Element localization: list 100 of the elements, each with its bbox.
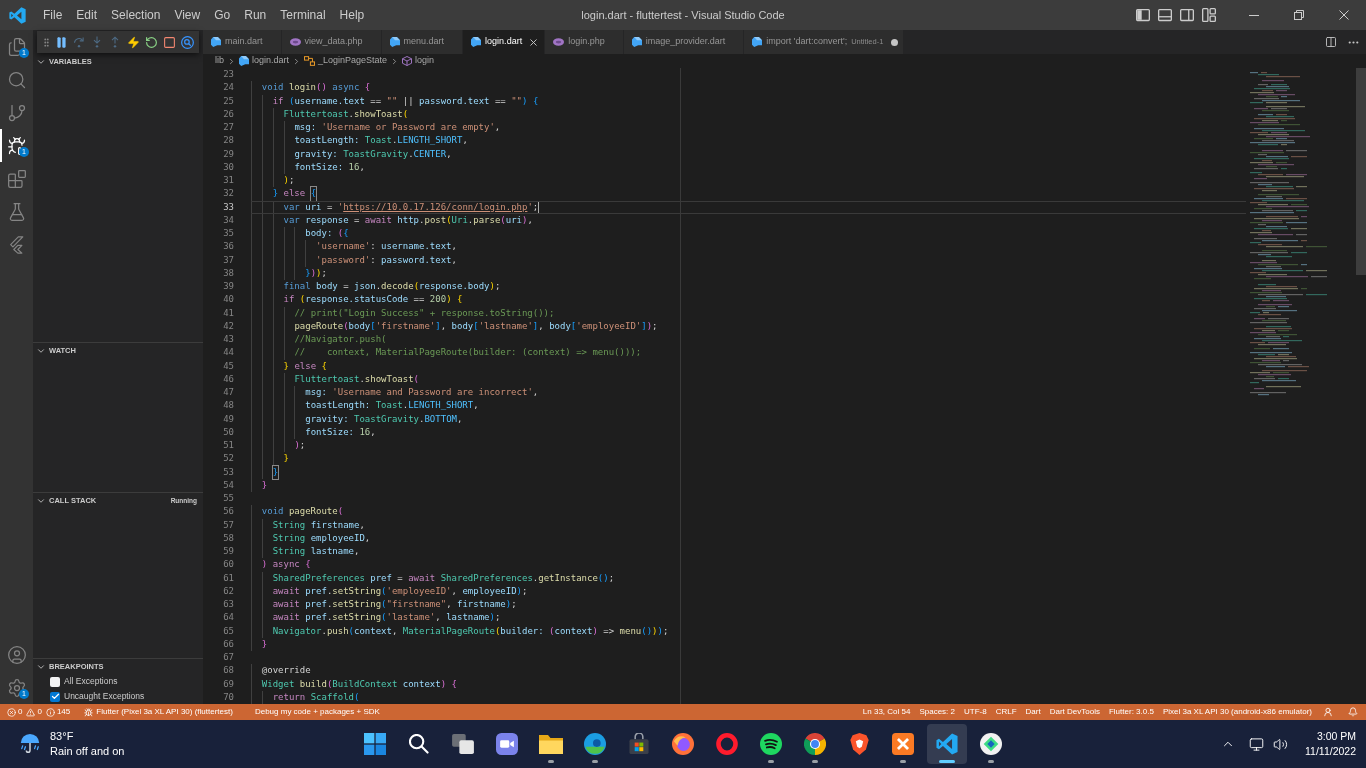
file-icon[interactable] bbox=[752, 37, 763, 47]
breadcrumb-item[interactable]: _LoginPageState bbox=[304, 54, 388, 68]
monitor-icon[interactable] bbox=[1248, 736, 1264, 752]
line-number: 46 bbox=[223, 372, 234, 386]
line-number: 59 bbox=[223, 545, 234, 558]
close-icon[interactable] bbox=[1338, 10, 1349, 20]
status-bar-item[interactable]: Ln 33, Col 54 bbox=[862, 704, 911, 720]
checkbox[interactable] bbox=[50, 691, 60, 702]
menu-item[interactable]: File bbox=[36, 4, 70, 26]
editor-tab[interactable]: login.php bbox=[545, 30, 624, 54]
ribbon-logo-icon[interactable] bbox=[936, 733, 958, 755]
breakpoint-item[interactable]: All Exceptions bbox=[33, 674, 203, 689]
line-number: 27 bbox=[223, 121, 234, 134]
line-number: 44 bbox=[223, 346, 234, 360]
segmented-circle-icon[interactable] bbox=[804, 733, 826, 755]
code-line: ); bbox=[294, 439, 306, 452]
shield-logo-icon[interactable] bbox=[849, 733, 869, 755]
breadcrumb-item[interactable]: login bbox=[402, 54, 435, 68]
breadcrumb-item[interactable]: lib bbox=[215, 54, 224, 68]
status-bar-item[interactable]: Pixel 3a XL API 30 (android-x86 emulator) bbox=[1162, 704, 1312, 720]
warning-count[interactable]: 0 bbox=[26, 704, 42, 720]
close-icon[interactable] bbox=[528, 36, 540, 48]
files-icon[interactable] bbox=[6, 36, 27, 57]
blocks-icon[interactable] bbox=[6, 168, 27, 189]
status-bar-item[interactable]: Debug my code + packages + SDK bbox=[254, 704, 380, 720]
editor-tab[interactable]: view_data.php bbox=[281, 30, 382, 54]
circle-logo-icon[interactable] bbox=[584, 733, 606, 755]
line-number: 29 bbox=[223, 147, 234, 161]
error-icon[interactable] bbox=[7, 707, 16, 717]
class-icon[interactable] bbox=[304, 56, 316, 66]
breakpoint-item[interactable]: Uncaught Exceptions bbox=[33, 689, 203, 704]
code-line: gravity: ToastGravity.BOTTOM, bbox=[305, 412, 463, 426]
editor-tab[interactable]: main.dart bbox=[203, 30, 282, 54]
file-icon[interactable] bbox=[631, 37, 642, 47]
status-bar-item[interactable]: Dart DevTools bbox=[1049, 704, 1100, 720]
editor-tab[interactable]: login.dart bbox=[463, 30, 546, 54]
menu-item[interactable]: Go bbox=[207, 4, 238, 26]
status-bar-item[interactable]: Flutter: 3.0.5 bbox=[1108, 704, 1154, 720]
shopping-bag-icon[interactable] bbox=[628, 733, 650, 755]
overlapping-squares-icon[interactable] bbox=[452, 734, 474, 754]
status-bar-item[interactable]: Dart bbox=[1025, 704, 1041, 720]
flame-circle-icon[interactable] bbox=[672, 733, 694, 755]
checkbox[interactable] bbox=[50, 676, 60, 687]
editor-tab[interactable]: menu.dart bbox=[381, 30, 464, 54]
person-circle-icon[interactable] bbox=[6, 644, 27, 665]
file-icon[interactable] bbox=[389, 37, 400, 47]
settings-icon[interactable] bbox=[6, 677, 27, 698]
waves-circle-icon[interactable] bbox=[760, 733, 782, 755]
video-camera-tile-icon[interactable] bbox=[496, 733, 518, 755]
line-number: 69 bbox=[223, 677, 234, 691]
line-number: 53 bbox=[223, 465, 234, 479]
diamond-circle-icon[interactable] bbox=[980, 733, 1002, 755]
folder-icon[interactable] bbox=[539, 734, 563, 754]
chevron-right-icon bbox=[227, 56, 236, 66]
menu-item[interactable]: View bbox=[167, 4, 208, 26]
debug-session-item[interactable]: Flutter (Pixel 3a XL API 30) (fluttertest) bbox=[84, 704, 233, 720]
line-number: 31 bbox=[223, 174, 234, 187]
menu-item[interactable]: Run bbox=[237, 4, 274, 26]
line-number: 68 bbox=[223, 664, 234, 678]
error-count[interactable]: 0 bbox=[7, 704, 23, 720]
umbrella-rain-icon[interactable] bbox=[19, 733, 41, 755]
info-count[interactable]: 145 bbox=[45, 704, 71, 720]
restore-icon[interactable] bbox=[1293, 10, 1304, 20]
status-bar-item[interactable]: CRLF bbox=[995, 704, 1017, 720]
status-bar-item[interactable]: Spaces: 2 bbox=[919, 704, 955, 720]
scrollbar-thumb[interactable] bbox=[1356, 68, 1366, 275]
code-line: if (username.text == "" || password.text == "") { bbox=[272, 94, 539, 108]
info-icon[interactable] bbox=[45, 707, 55, 717]
play-bug-icon[interactable] bbox=[6, 135, 27, 156]
branch-icon[interactable] bbox=[6, 102, 27, 123]
code-line: String firstname, bbox=[272, 518, 365, 532]
code-line: pageRoute(body['firstname'], body['lastname'], body['employeeID']); bbox=[294, 319, 658, 333]
breadcrumb-item[interactable]: login.dart bbox=[239, 54, 290, 68]
status-bar-item[interactable]: UTF-8 bbox=[964, 704, 987, 720]
x-tile-icon[interactable] bbox=[892, 733, 914, 755]
unsaved-dot-icon[interactable] bbox=[891, 38, 899, 46]
code-line: } bbox=[272, 465, 279, 479]
bug-icon[interactable] bbox=[84, 707, 94, 717]
menu-item[interactable]: Selection bbox=[104, 4, 168, 26]
minimize-icon[interactable] bbox=[1248, 14, 1259, 16]
speaker-icon[interactable] bbox=[1272, 736, 1288, 752]
code-line: String employeeID, bbox=[272, 531, 371, 545]
line-number: 62 bbox=[223, 584, 234, 598]
file-icon[interactable] bbox=[211, 37, 221, 47]
editor-tab[interactable]: image_provider.dart bbox=[623, 30, 745, 54]
drag-handle-icon[interactable] bbox=[44, 37, 49, 47]
ring-logo-icon[interactable] bbox=[716, 733, 738, 755]
menu-item[interactable]: Terminal bbox=[273, 4, 333, 26]
search-icon[interactable] bbox=[409, 734, 429, 754]
line-number: 41 bbox=[223, 306, 234, 320]
taskbar-button[interactable] bbox=[927, 724, 967, 764]
chevron-logo-icon[interactable] bbox=[9, 235, 24, 254]
cube-icon[interactable] bbox=[402, 56, 413, 66]
four-squares-icon[interactable] bbox=[364, 733, 386, 755]
file-icon[interactable] bbox=[239, 56, 249, 66]
menu-item[interactable]: Edit bbox=[69, 4, 105, 26]
weather-text: Rain off and on bbox=[50, 744, 125, 759]
menu-item[interactable]: Help bbox=[332, 4, 372, 26]
file-icon[interactable] bbox=[471, 37, 482, 47]
warning-icon[interactable] bbox=[26, 707, 36, 717]
